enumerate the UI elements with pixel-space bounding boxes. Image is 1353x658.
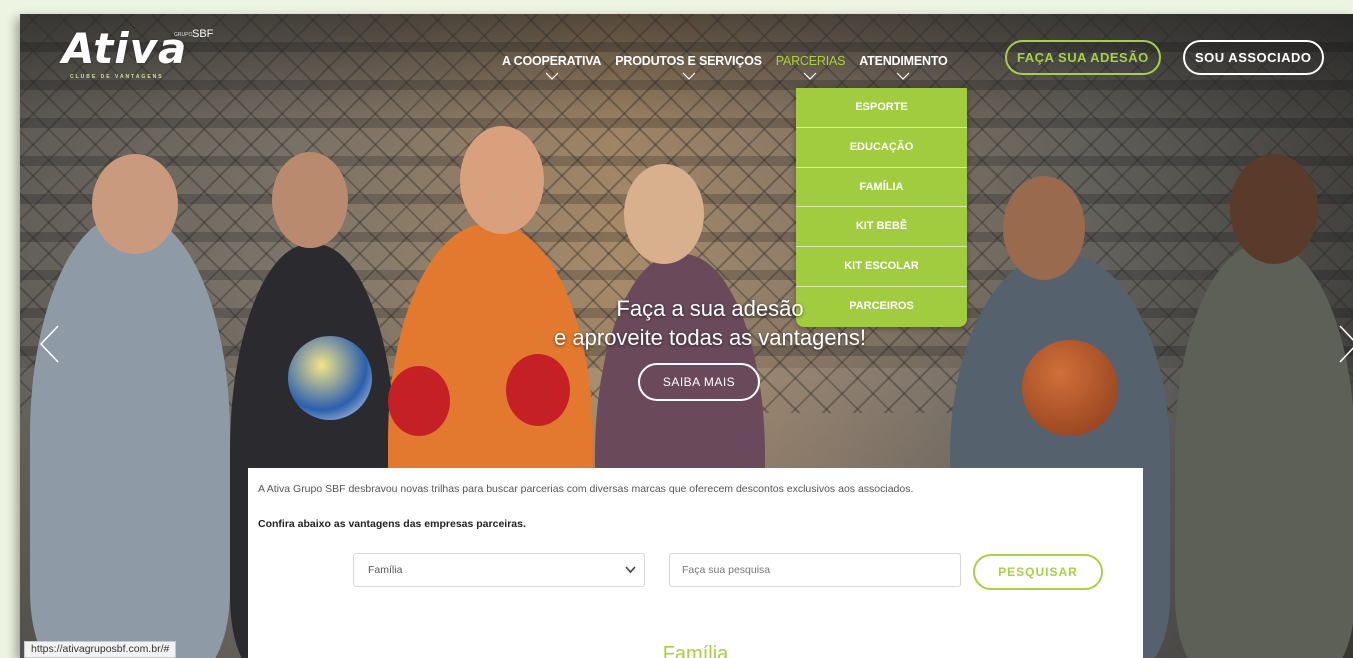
nav-a-cooperativa[interactable]: A COOPERATIVA [502,54,602,80]
status-bar-url: https://ativagruposbf.com.br/# [24,641,177,658]
nav-label: A COOPERATIVA [502,54,602,68]
logo-tagline: CLUBE DE VANTAGENS [70,74,164,80]
dropdown-item-educacao[interactable]: EDUCAÇÃO [796,128,967,168]
dropdown-item-esporte[interactable]: ESPORTE [796,88,967,128]
section-title: Família [662,643,729,658]
partners-intro-text: A Ativa Grupo SBF desbravou novas trilha… [258,483,914,495]
saiba-mais-button[interactable]: SAIBA MAIS [638,363,760,401]
category-select-value: Família [368,564,403,576]
hero-headline-line1: Faça a sua adesão [616,296,804,321]
dropdown-item-kit-escolar[interactable]: KIT ESCOLAR [796,247,967,287]
dropdown-item-familia[interactable]: FAMÍLIA [796,168,967,208]
logo-group: SBF [192,28,214,40]
browser-viewport: Ativa GRUPO SBF CLUBE DE VANTAGENS A COO… [20,14,1353,658]
chevron-down-icon [804,72,817,80]
search-input[interactable] [669,553,961,587]
dropdown-item-kit-bebe[interactable]: KIT BEBÊ [796,207,967,248]
hero-headline-line2: e aproveite todas as vantagens! [554,325,866,350]
hero-headline: Faça a sua adesão e aproveite todas as v… [480,294,940,352]
faca-sua-adesao-button[interactable]: FAÇA SUA ADESÃO [1005,40,1161,75]
partners-confira-text: Confira abaixo as vantagens das empresas… [258,518,526,530]
category-select[interactable]: Família [353,553,645,587]
chevron-down-icon [682,72,695,80]
parcerias-dropdown-menu: ESPORTE EDUCAÇÃO FAMÍLIA KIT BEBÊ KIT ES… [796,88,967,327]
chevron-down-icon [545,72,559,80]
nav-produtos-servicos[interactable]: PRODUTOS E SERVIÇOS [615,54,762,80]
chevron-down-icon [896,72,910,80]
main-nav: A COOPERATIVA PRODUTOS E SERVIÇOS PARCER… [502,48,962,80]
logo-wordmark: Ativa [62,24,188,73]
pesquisar-button[interactable]: PESQUISAR [973,554,1103,590]
ativa-logo[interactable]: Ativa GRUPO SBF CLUBE DE VANTAGENS [62,18,214,80]
nav-parcerias[interactable]: PARCERIAS [775,54,846,80]
carousel-next-icon[interactable] [1338,324,1353,364]
nav-label: PARCERIAS [775,54,846,68]
nav-atendimento[interactable]: ATENDIMENTO [859,54,948,80]
logo-group-prefix: GRUPO [174,32,193,38]
partners-panel: A Ativa Grupo SBF desbravou novas trilha… [248,468,1143,658]
chevron-down-icon [625,566,636,574]
nav-label: PRODUTOS E SERVIÇOS [615,54,762,68]
nav-label: ATENDIMENTO [859,54,948,68]
carousel-prev-icon[interactable] [38,324,60,364]
sou-associado-button[interactable]: SOU ASSOCIADO [1183,40,1324,75]
